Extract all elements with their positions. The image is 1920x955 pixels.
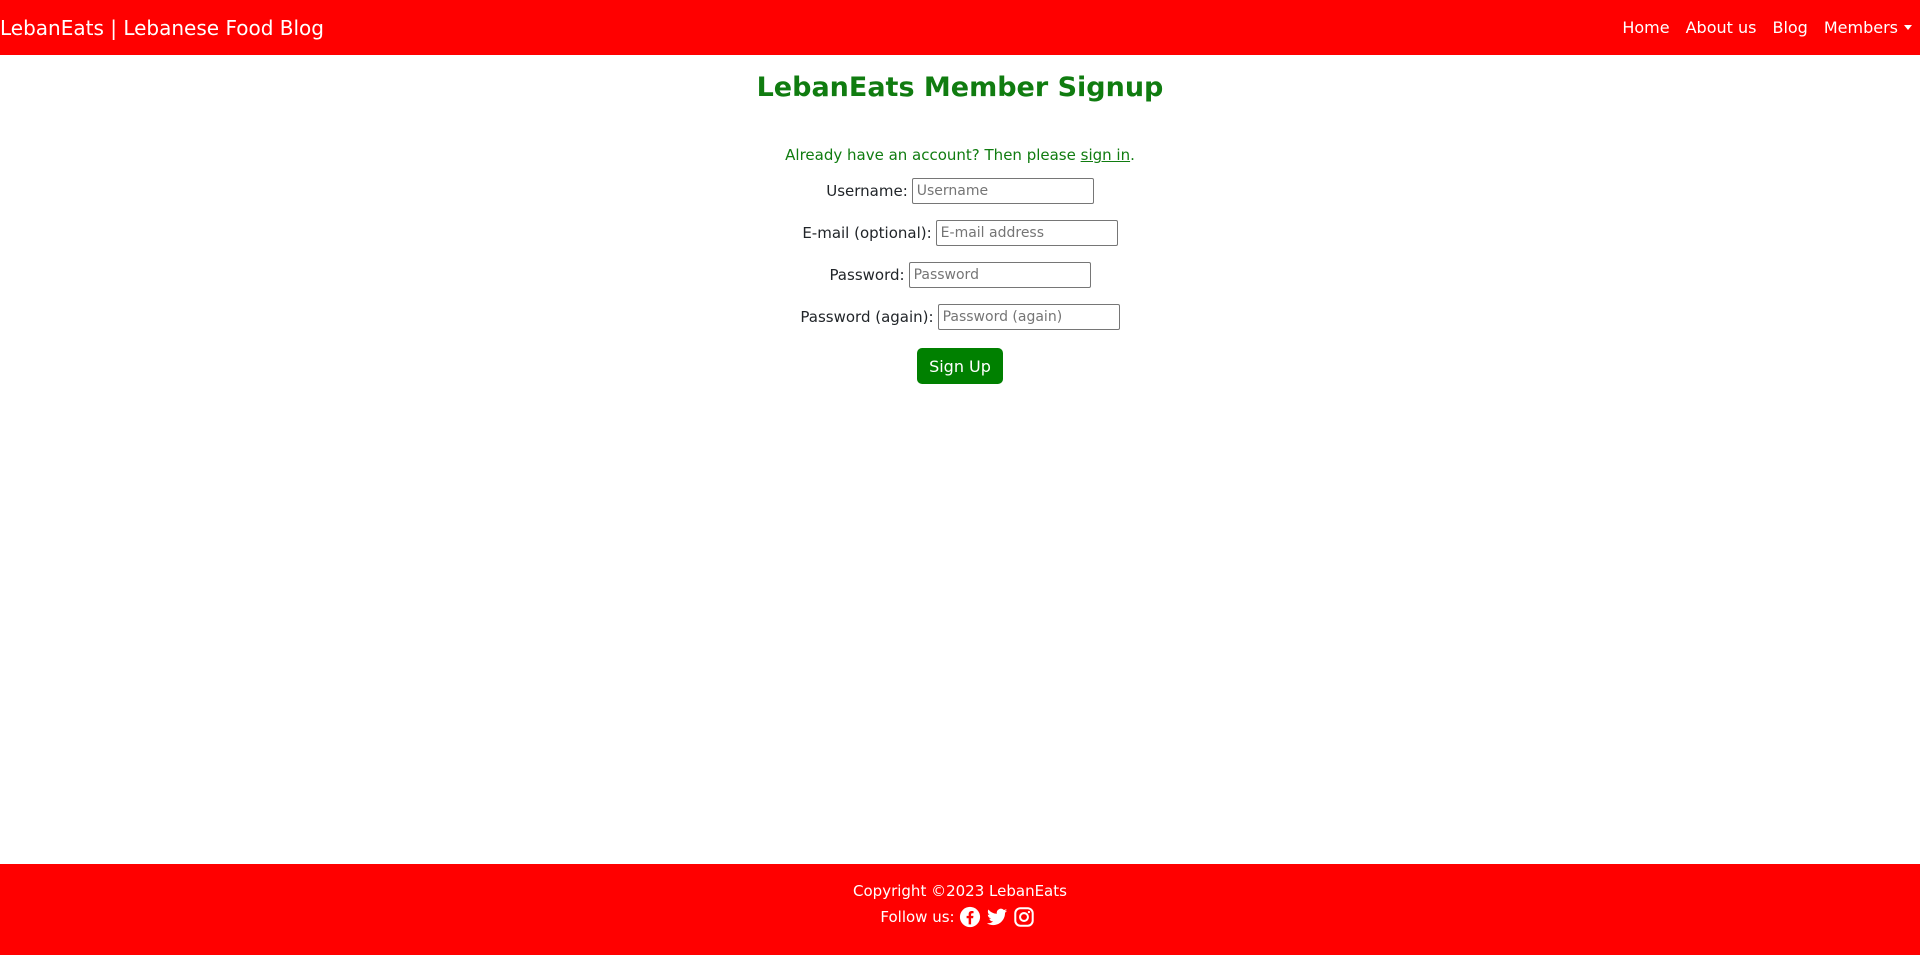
nav-blog-link[interactable]: Blog	[1772, 18, 1807, 37]
nav-members-label: Members	[1823, 18, 1898, 37]
signin-link[interactable]: sign in	[1081, 146, 1130, 164]
password-again-label: Password (again):	[800, 308, 934, 327]
follow-us: Follow us:	[0, 906, 1920, 928]
nav-members-dropdown[interactable]: Members	[1824, 18, 1912, 37]
brand-link[interactable]: LebanEats | Lebanese Food Blog	[0, 16, 324, 40]
footer: Copyright ©2023 LebanEats Follow us:	[0, 864, 1920, 955]
chevron-down-icon	[1904, 25, 1912, 30]
email-label: E-mail (optional):	[802, 224, 932, 243]
email-row: E-mail (optional):	[0, 218, 1920, 248]
main-content: LebanEats Member Signup Already have an …	[0, 55, 1920, 385]
signup-form: Username: E-mail (optional): Password: P…	[0, 176, 1920, 385]
signup-button[interactable]: Sign Up	[917, 348, 1003, 385]
copyright-text: Copyright ©2023 LebanEats	[853, 882, 1067, 900]
signin-notice: Already have an account? Then please sig…	[0, 146, 1920, 164]
nav-home-link[interactable]: Home	[1622, 18, 1669, 37]
password-input[interactable]	[908, 262, 1091, 289]
twitter-icon[interactable]	[986, 906, 1008, 928]
signin-notice-text: Already have an account? Then please	[785, 146, 1081, 165]
email-input[interactable]	[935, 220, 1118, 247]
nav-links: Home About us Blog Members	[1606, 18, 1920, 37]
username-label: Username:	[826, 182, 908, 201]
follow-label: Follow us:	[880, 908, 955, 926]
username-input[interactable]	[911, 178, 1094, 205]
password-row: Password:	[0, 260, 1920, 290]
password-label: Password:	[829, 266, 905, 285]
social-icons	[959, 906, 1040, 928]
instagram-icon[interactable]	[1013, 906, 1035, 928]
password-again-input[interactable]	[937, 304, 1120, 331]
navbar: LebanEats | Lebanese Food Blog Home Abou…	[0, 0, 1920, 55]
username-row: Username:	[0, 176, 1920, 206]
nav-about-link[interactable]: About us	[1686, 18, 1757, 37]
password-again-row: Password (again):	[0, 302, 1920, 332]
facebook-icon[interactable]	[959, 906, 981, 928]
page-title: LebanEats Member Signup	[756, 72, 1164, 103]
signin-notice-suffix: .	[1130, 146, 1135, 165]
